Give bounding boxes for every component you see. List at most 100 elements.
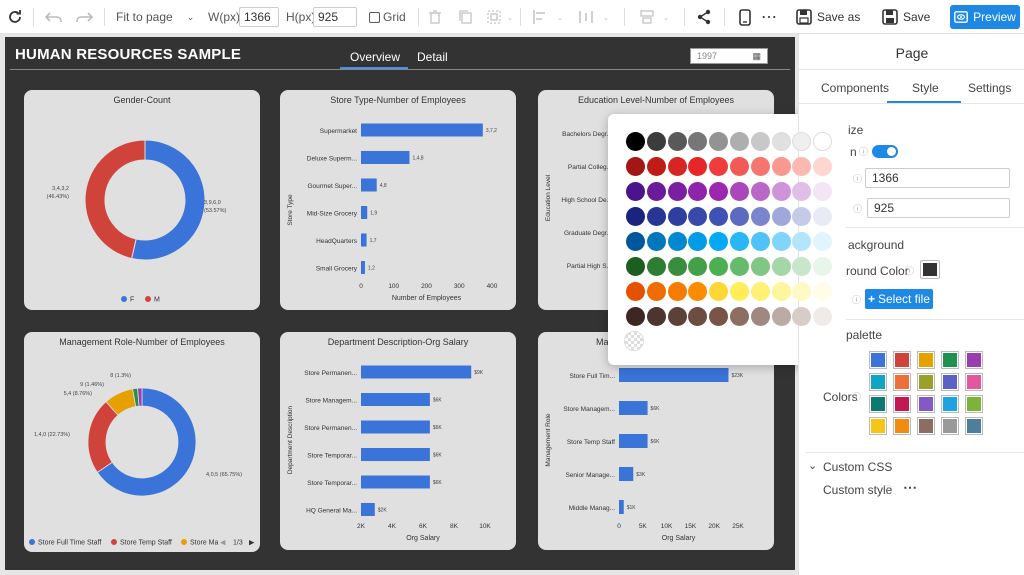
color-swatch[interactable] [667, 182, 687, 201]
color-swatch[interactable] [626, 182, 645, 201]
theme-color-swatch[interactable] [965, 351, 983, 369]
distribute-icon[interactable]: ⌄ [576, 0, 612, 34]
more-options-icon[interactable]: ⋯ [903, 479, 917, 496]
fit-to-page-select[interactable]: Fit to page ⌄ [116, 0, 194, 34]
color-swatch[interactable] [771, 307, 791, 326]
color-swatch[interactable] [730, 232, 749, 251]
mobile-icon[interactable] [737, 0, 753, 34]
save-button[interactable]: Save [882, 5, 930, 29]
theme-color-swatch[interactable] [941, 373, 959, 391]
group-icon[interactable]: ⌄ [486, 0, 514, 34]
transparent-swatch[interactable] [624, 331, 644, 351]
color-swatch[interactable] [771, 182, 791, 201]
adapt-toggle[interactable] [872, 145, 898, 158]
color-swatch[interactable] [646, 282, 666, 301]
tab-style[interactable]: Style [912, 81, 939, 95]
theme-color-swatch[interactable] [941, 351, 959, 369]
panel-width-input[interactable]: 1366 [865, 168, 1010, 188]
color-swatch[interactable] [667, 232, 687, 251]
save-as-button[interactable]: Save as [796, 5, 860, 29]
delete-icon[interactable] [428, 0, 442, 34]
year-picker[interactable]: 1997 ▦ [690, 48, 768, 64]
store-type-card[interactable]: Store Type-Number of Employees Supermark… [280, 90, 516, 310]
theme-color-swatch[interactable] [917, 417, 935, 435]
color-swatch[interactable] [646, 157, 666, 176]
align-left-icon[interactable]: ⌄ [530, 0, 566, 34]
color-swatch[interactable] [750, 257, 770, 276]
theme-color-swatch[interactable] [941, 395, 959, 413]
custom-css-label[interactable]: Custom CSS [823, 460, 892, 474]
color-swatch[interactable] [626, 232, 645, 251]
color-swatch[interactable] [750, 307, 770, 326]
tab-overview[interactable]: Overview [350, 50, 400, 64]
color-swatch[interactable] [667, 132, 687, 151]
color-swatch[interactable] [626, 157, 645, 176]
color-swatch[interactable] [771, 282, 791, 301]
theme-color-swatch[interactable] [869, 351, 887, 369]
color-swatch[interactable] [771, 257, 791, 276]
tab-components[interactable]: Components [821, 81, 889, 95]
theme-color-swatch[interactable] [893, 395, 911, 413]
theme-color-swatch[interactable] [869, 373, 887, 391]
copy-icon[interactable] [458, 0, 472, 34]
color-swatch[interactable] [626, 132, 645, 151]
color-swatch[interactable] [667, 307, 687, 326]
theme-color-swatch[interactable] [941, 417, 959, 435]
height-input[interactable] [313, 7, 357, 27]
color-swatch[interactable] [646, 232, 666, 251]
width-input[interactable] [239, 7, 279, 27]
theme-color-swatch[interactable] [917, 351, 935, 369]
color-swatch[interactable] [771, 132, 791, 151]
color-swatch[interactable] [750, 232, 770, 251]
color-swatch[interactable] [646, 257, 666, 276]
color-swatch[interactable] [626, 307, 645, 326]
color-swatch[interactable] [730, 207, 749, 226]
color-swatch[interactable] [730, 257, 749, 276]
color-swatch[interactable] [646, 132, 666, 151]
refresh-icon[interactable] [6, 0, 24, 34]
color-swatch[interactable] [667, 257, 687, 276]
theme-color-swatch[interactable] [893, 373, 911, 391]
preview-button[interactable]: Preview [950, 5, 1020, 29]
color-swatch[interactable] [646, 182, 666, 201]
color-swatch[interactable] [667, 157, 687, 176]
color-swatch[interactable] [771, 232, 791, 251]
select-file-button[interactable]: + Select file [865, 289, 933, 309]
color-swatch[interactable] [750, 157, 770, 176]
gender-count-card[interactable]: Gender-Count 3,9,6,0 (53.57%) 3,4,3,2 (46.4… [24, 90, 260, 310]
tab-settings[interactable]: Settings [968, 81, 1011, 95]
theme-color-swatch[interactable] [965, 417, 983, 435]
color-swatch[interactable] [750, 132, 770, 151]
color-swatch[interactable] [771, 157, 791, 176]
color-swatch[interactable] [750, 182, 770, 201]
chevron-down-icon[interactable]: ⌄ [808, 459, 817, 472]
color-swatch[interactable] [646, 307, 666, 326]
grid-checkbox[interactable]: Grid [369, 0, 406, 34]
share-icon[interactable] [695, 0, 713, 34]
color-swatch[interactable] [771, 207, 791, 226]
color-swatch[interactable] [750, 282, 770, 301]
color-swatch[interactable] [626, 282, 645, 301]
theme-color-swatch[interactable] [893, 351, 911, 369]
undo-icon[interactable] [44, 0, 64, 34]
color-swatch[interactable] [730, 282, 749, 301]
color-swatch[interactable] [730, 307, 749, 326]
theme-color-swatch[interactable] [965, 373, 983, 391]
color-swatch[interactable] [667, 282, 687, 301]
color-swatch[interactable] [730, 132, 749, 151]
theme-color-swatch[interactable] [917, 373, 935, 391]
department-salary-card[interactable]: Department Description-Org Salary Store … [280, 332, 516, 550]
theme-color-swatch[interactable] [917, 395, 935, 413]
theme-color-swatch[interactable] [869, 395, 887, 413]
tab-detail[interactable]: Detail [417, 50, 448, 64]
color-swatch[interactable] [626, 257, 645, 276]
theme-color-swatch[interactable] [893, 417, 911, 435]
color-swatch[interactable] [626, 207, 645, 226]
more-options-icon[interactable]: ⋯ [760, 0, 778, 34]
management-role-card[interactable]: Management Role-Number of Employees 4,0,… [24, 332, 260, 552]
layer-icon[interactable]: ⌄ [636, 0, 672, 34]
redo-icon[interactable] [74, 0, 94, 34]
theme-color-swatch[interactable] [869, 417, 887, 435]
color-swatch[interactable] [750, 207, 770, 226]
color-swatch[interactable] [667, 207, 687, 226]
